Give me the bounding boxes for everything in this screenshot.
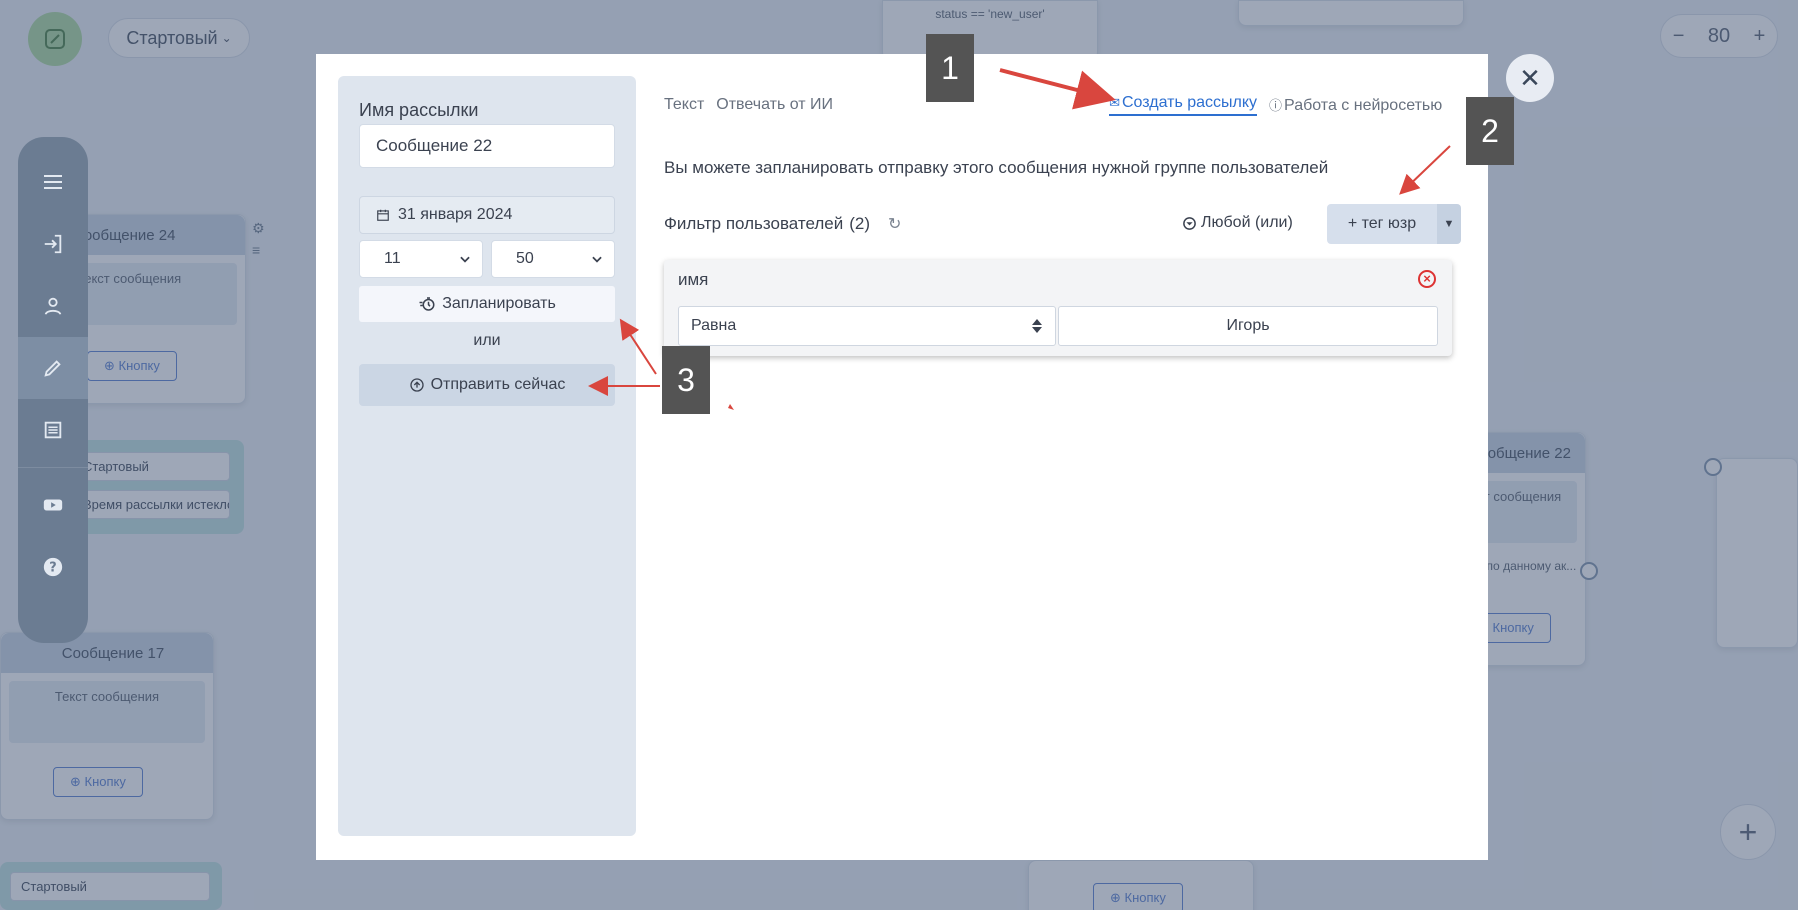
user-filter-count: (2) <box>849 214 871 233</box>
tab-text[interactable]: Текст <box>664 96 704 114</box>
sidebar-divider <box>18 467 88 468</box>
callout-badge-3: 3 <box>662 346 710 414</box>
close-modal-button[interactable]: ✕ <box>1506 54 1554 102</box>
pencil-icon <box>44 360 61 377</box>
close-icon: ✕ <box>1519 62 1541 93</box>
sidebar-item-help[interactable]: ? <box>18 536 88 598</box>
remove-condition-icon[interactable]: × <box>1418 270 1436 288</box>
filter-mode-label: Любой (или) <box>1201 214 1293 231</box>
condition-field-name: имя <box>678 270 709 289</box>
menu-icon <box>44 175 62 189</box>
envelope-icon: ✉ <box>1109 95 1120 110</box>
user-filter-header: Фильтр пользователей (2) ↻ <box>664 214 901 234</box>
date-value: 31 января 2024 <box>398 206 513 223</box>
tab-create-broadcast[interactable]: ✉ Создать рассылку <box>1109 94 1258 116</box>
condition-operator-select[interactable]: Равна <box>678 306 1056 346</box>
tab-neural-network[interactable]: ⓘ Работа с нейросетью <box>1269 95 1442 115</box>
minute-select[interactable]: 50 <box>491 240 615 278</box>
info-icon: ⓘ <box>1269 98 1283 113</box>
minute-value: 50 <box>516 250 534 267</box>
add-tag-dropdown-toggle[interactable]: ▼ <box>1437 204 1461 244</box>
or-label: или <box>473 332 501 349</box>
callout-badge-2: 2 <box>1466 97 1514 165</box>
youtube-icon <box>43 499 63 511</box>
svg-text:?: ? <box>49 561 56 576</box>
date-picker[interactable]: 31 января 2024 <box>359 196 615 234</box>
user-icon <box>44 297 62 315</box>
add-tag-button-group: + тег юзр ▼ <box>1327 204 1461 244</box>
broadcast-description: Вы можете запланировать отправку этого с… <box>664 158 1329 177</box>
sidebar-item-login[interactable] <box>18 213 88 275</box>
hour-select[interactable]: 11 <box>359 240 483 278</box>
broadcast-name-input[interactable] <box>359 124 615 168</box>
send-icon <box>409 378 424 392</box>
send-now-label: Отправить сейчас <box>430 376 566 393</box>
list-icon <box>44 421 62 439</box>
hour-value: 11 <box>384 250 401 267</box>
condition-value-input[interactable]: Игорь <box>1058 306 1438 346</box>
sidebar-item-user[interactable] <box>18 275 88 337</box>
broadcast-modal: Имя рассылки 31 января 2024 11 50 Заплан… <box>316 54 1488 860</box>
filter-mode-toggle[interactable]: Любой (или) <box>1182 214 1293 232</box>
tab-ai-reply[interactable]: Отвечать от ИИ <box>716 96 833 114</box>
sidebar-item-edit[interactable] <box>18 337 88 399</box>
broadcast-name-label: Имя рассылки <box>359 100 479 120</box>
condition-operator-value: Равна <box>691 317 737 334</box>
chevron-down-icon <box>592 256 602 263</box>
sidebar: ? <box>18 137 88 643</box>
sidebar-item-youtube[interactable] <box>18 474 88 536</box>
filter-condition-card: имя × Равна Игорь <box>664 260 1452 356</box>
calendar-icon <box>377 209 389 221</box>
broadcast-settings-panel: Имя рассылки 31 января 2024 11 50 Заплан… <box>338 76 636 836</box>
schedule-button[interactable]: Запланировать <box>359 286 615 322</box>
help-icon: ? <box>43 557 63 577</box>
tab-create-broadcast-label: Создать рассылку <box>1121 94 1258 111</box>
refresh-icon[interactable]: ↻ <box>888 214 901 234</box>
login-icon <box>44 234 62 254</box>
tab-neural-network-label: Работа с нейросетью <box>1284 97 1443 114</box>
callout-badge-1: 1 <box>926 34 974 102</box>
sort-arrows-icon <box>1032 319 1042 333</box>
user-filter-label: Фильтр пользователей <box>664 214 844 233</box>
sidebar-item-list[interactable] <box>18 399 88 461</box>
sidebar-item-menu[interactable] <box>18 151 88 213</box>
send-now-button[interactable]: Отправить сейчас <box>359 364 615 406</box>
chevron-circle-down-icon <box>1183 216 1196 230</box>
timer-icon <box>419 297 435 311</box>
chevron-down-icon <box>460 256 470 263</box>
schedule-label: Запланировать <box>442 295 556 312</box>
add-user-tag-button[interactable]: + тег юзр <box>1327 204 1437 244</box>
modal-tabs: Текст Отвечать от ИИ ✉ Создать рассылку ⓘ… <box>664 90 1442 120</box>
